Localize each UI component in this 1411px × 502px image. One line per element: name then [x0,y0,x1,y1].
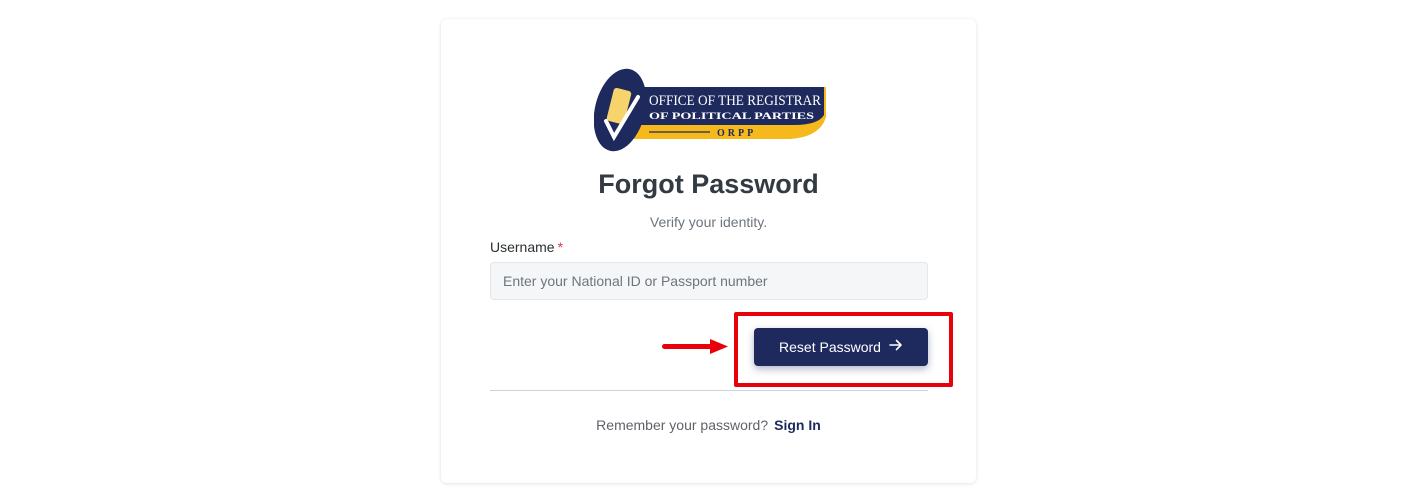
orpp-logo: OFFICE OF THE REGISTRAR OF POLITICAL PAR… [594,67,830,155]
required-mark: * [557,239,564,255]
logo-line1: OFFICE OF THE REGISTRAR [649,93,821,109]
username-input[interactable] [490,262,928,300]
username-label-text: Username [490,239,555,255]
highlight-box [734,312,953,387]
sign-in-prompt: Remember your password? Sign In [441,417,976,433]
page-title: Forgot Password [598,169,819,199]
logo-acronym: ORPP [717,128,756,139]
sign-in-prompt-text: Remember your password? [596,417,769,433]
username-label: Username * [490,239,563,255]
page-subtitle: Verify your identity. [649,214,768,230]
sign-in-link[interactable]: Sign In [774,417,821,433]
logo-line2: OF POLITICAL PARTIES [649,112,814,122]
forgot-password-card: OFFICE OF THE REGISTRAR OF POLITICAL PAR… [441,19,976,483]
pointer-arrow-icon [662,338,730,361]
divider [490,390,928,391]
